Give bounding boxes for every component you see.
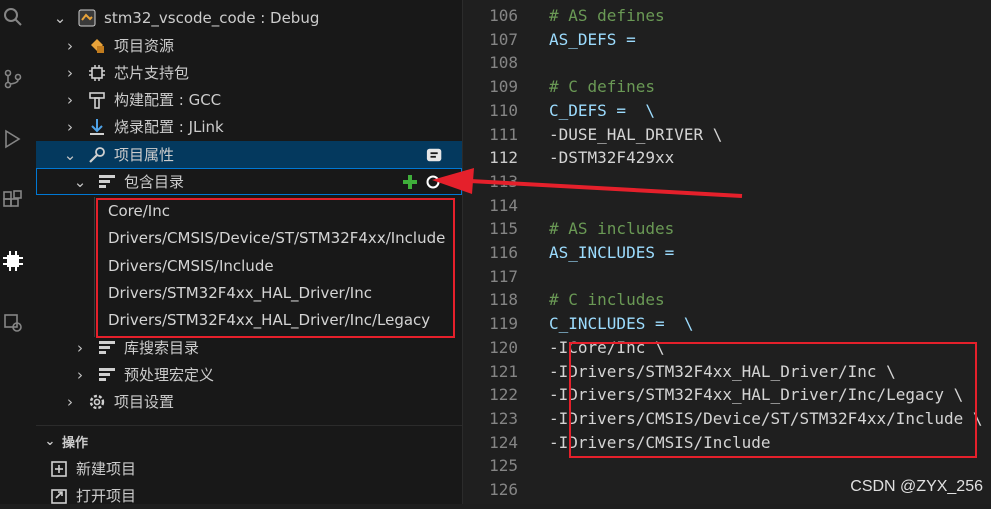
annotation-arrow — [432, 168, 743, 198]
watermark: CSDN @ZYX_256 — [850, 478, 983, 495]
